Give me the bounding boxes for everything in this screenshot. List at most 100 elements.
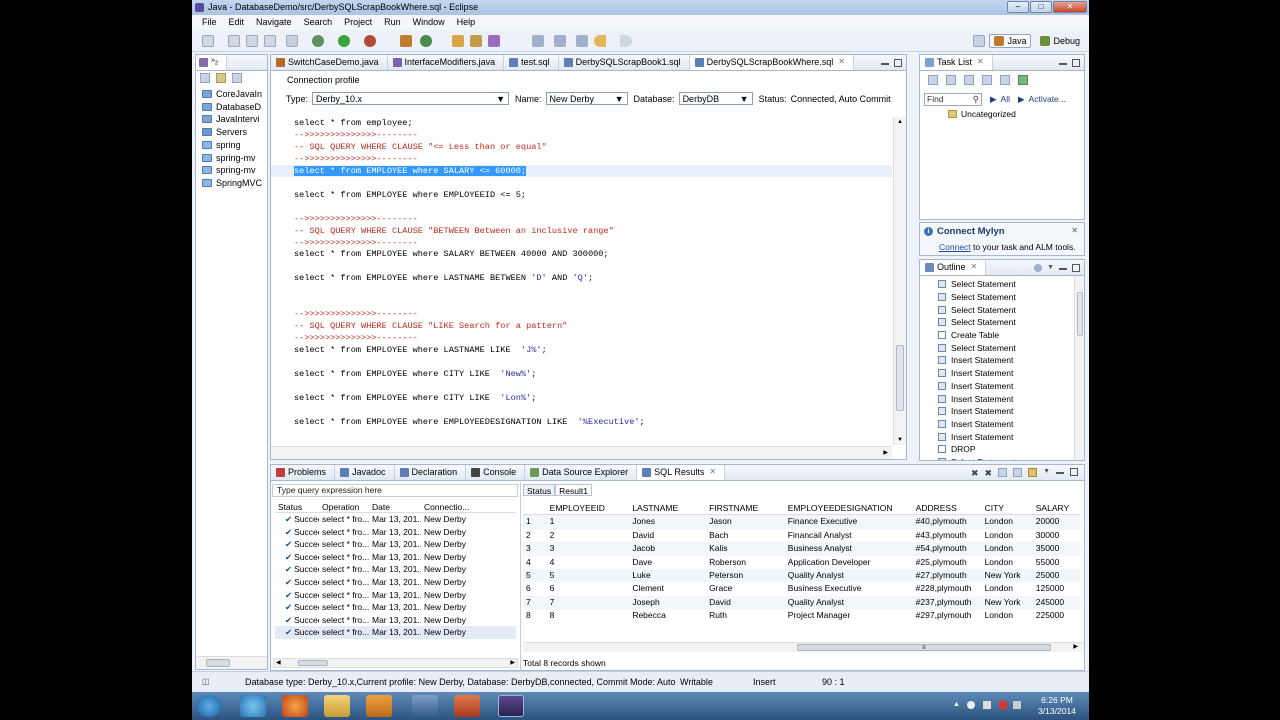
scroll-up-icon[interactable]: ▲ — [897, 119, 903, 125]
hscroll-thumb[interactable]: ≡ — [797, 644, 1051, 651]
scroll-right-icon[interactable]: ▶ — [510, 659, 515, 666]
outline-item[interactable]: Select Statement — [938, 303, 1072, 316]
editor-hscroll[interactable]: ▶ — [271, 446, 892, 459]
view-menu-icon[interactable]: ▼ — [1047, 264, 1054, 272]
result-column-header[interactable]: ADDRESS — [913, 502, 982, 514]
outline-item[interactable]: Create Table — [938, 329, 1072, 342]
result-tab-result1[interactable]: Result1 — [555, 484, 592, 496]
run-icon[interactable] — [338, 35, 350, 47]
activate-link[interactable]: Activate... — [1029, 94, 1066, 105]
outline-tab[interactable]: Outline ✕ — [920, 260, 987, 275]
maximize-button[interactable]: □ — [1030, 1, 1052, 13]
history-column-header[interactable]: Status — [275, 501, 319, 512]
scroll-right-icon[interactable]: ▶ — [883, 449, 888, 456]
hscroll-thumb[interactable] — [298, 660, 328, 666]
maximize-view-icon[interactable] — [894, 58, 902, 67]
view-menu-icon[interactable] — [232, 73, 242, 83]
result-column-header[interactable]: SALARY — [1033, 502, 1080, 514]
result-row[interactable]: 7 7 Joseph David Quality Analyst #237,plymout… — [523, 595, 1080, 610]
history-hscroll[interactable]: ◀ ▶ — [273, 658, 518, 668]
save-icon[interactable] — [228, 35, 240, 47]
menu-help[interactable]: Help — [451, 15, 482, 30]
bottom-tab-javadoc[interactable]: Javadoc — [335, 465, 395, 480]
tray-app-icon[interactable] — [967, 701, 975, 709]
last-edit-icon[interactable] — [576, 35, 588, 47]
close-window-button[interactable]: ✕ — [1053, 1, 1087, 13]
project-item[interactable]: spring-mv — [202, 153, 256, 163]
menu-run[interactable]: Run — [378, 15, 407, 30]
task-list-tab[interactable]: Task List ✕ — [920, 55, 993, 70]
presentation-app-icon[interactable] — [454, 695, 480, 717]
hscroll-thumb[interactable] — [206, 659, 230, 667]
history-row[interactable]: ✔Succeeselect * fro...Mar 13, 201...New … — [275, 601, 516, 614]
clock[interactable]: 6:26 PM 3/13/2014 — [1029, 695, 1085, 717]
prev-annotation-icon[interactable] — [554, 35, 566, 47]
sync-icon[interactable] — [1018, 75, 1028, 85]
history-row[interactable]: ✔Succeeselect * fro...Mar 13, 201...New … — [275, 538, 516, 551]
project-item[interactable]: SpringMVC — [202, 178, 262, 188]
result-hscroll[interactable]: ≡ ▶ — [523, 642, 1084, 652]
editor-vscroll[interactable]: ▲ ▼ — [893, 117, 906, 445]
uncategorized-row[interactable]: Uncategorized — [948, 109, 1016, 119]
bottom-tab-declaration[interactable]: Declaration — [395, 465, 467, 480]
hide-completed-icon[interactable] — [982, 75, 992, 85]
editor-tab[interactable]: DerbySQLScrapBookWhere.sql ✕ — [689, 55, 854, 70]
back-icon[interactable] — [594, 35, 606, 47]
project-item[interactable]: DatabaseD — [202, 102, 261, 112]
outline-item[interactable]: Insert Statement — [938, 367, 1072, 380]
new-class-icon[interactable] — [420, 35, 432, 47]
media-player-icon[interactable] — [366, 695, 392, 717]
result-row[interactable]: 5 5 Luke Peterson Quality Analyst #27,plymout… — [523, 568, 1080, 583]
result-column-header[interactable]: FIRSTNAME — [706, 502, 785, 514]
history-row[interactable]: ✔Succeeselect * fro...Mar 13, 201...New … — [275, 563, 516, 576]
outline-item[interactable]: Insert Statement — [938, 430, 1072, 443]
outline-item[interactable]: Select Statement — [938, 278, 1072, 291]
open-type-icon[interactable] — [286, 35, 298, 47]
new-java-project-icon[interactable] — [400, 35, 412, 47]
vscroll-thumb[interactable] — [1077, 292, 1083, 336]
history-row[interactable]: ✔Succeeselect * fro...Mar 13, 201...New … — [275, 513, 516, 526]
bottom-tab-sql-results[interactable]: SQL Results ✕ — [637, 465, 726, 480]
debug-perspective-button[interactable]: Debug — [1035, 34, 1085, 48]
outline-vscroll[interactable] — [1074, 276, 1084, 460]
history-column-header[interactable]: Connectio... — [421, 501, 501, 512]
remove-all-icon[interactable]: ✖ — [985, 468, 993, 479]
result-column-header[interactable]: EMPLOYEEID — [547, 502, 630, 514]
fast-view-icon[interactable]: ◫ — [202, 672, 210, 692]
result-column-header[interactable]: CITY — [982, 502, 1033, 514]
open-folder-icon[interactable] — [452, 35, 464, 47]
close-icon[interactable]: ✕ — [977, 55, 984, 70]
export-icon[interactable] — [1013, 468, 1023, 477]
collapse-all-icon[interactable] — [200, 73, 210, 83]
all-tasks-link[interactable]: All — [1001, 94, 1010, 105]
open-perspective-icon[interactable] — [973, 35, 986, 47]
bottom-tab-problems[interactable]: Problems — [271, 465, 336, 480]
pen-icon[interactable] — [488, 35, 500, 47]
minimize-view-icon[interactable] — [1056, 472, 1064, 474]
menu-file[interactable]: File — [196, 15, 223, 30]
history-row[interactable]: ✔Succeeselect * fro...Mar 13, 201...New … — [275, 589, 516, 602]
project-item[interactable]: spring — [202, 140, 241, 150]
print-icon[interactable] — [264, 35, 276, 47]
connect-link[interactable]: Connect — [939, 242, 971, 252]
menu-project[interactable]: Project — [338, 15, 378, 30]
editor-tab[interactable]: SwitchCaseDemo.java — [271, 55, 388, 70]
menu-search[interactable]: Search — [298, 15, 339, 30]
minimize-view-icon[interactable] — [1059, 62, 1067, 65]
history-column-header[interactable]: Date — [369, 501, 421, 512]
project-item[interactable]: Servers — [202, 127, 247, 137]
result-row[interactable]: 1 1 Jones Jason Finance Executive #40,plymout… — [523, 515, 1080, 529]
outline-item[interactable]: Insert Statement — [938, 380, 1072, 393]
sort-icon[interactable] — [1034, 263, 1043, 272]
bottom-tab-console[interactable]: Console — [466, 465, 526, 480]
view-menu-icon[interactable]: ▼ — [1043, 468, 1050, 479]
close-icon[interactable]: ✕ — [1071, 226, 1078, 235]
result-column-header[interactable]: EMPLOYEEDESIGNATION — [785, 502, 913, 514]
find-task-input[interactable]: Find ⚲ — [924, 93, 982, 106]
save-app-icon[interactable] — [412, 695, 438, 717]
history-row[interactable]: ✔Succeeselect * fro...Mar 13, 201...New … — [275, 551, 516, 564]
collapse-all-icon[interactable] — [1000, 75, 1010, 85]
outline-item[interactable]: Insert Statement — [938, 418, 1072, 431]
scroll-right-icon[interactable]: ▶ — [1073, 643, 1078, 650]
database-select[interactable]: DerbyDB ▼ — [678, 92, 753, 105]
